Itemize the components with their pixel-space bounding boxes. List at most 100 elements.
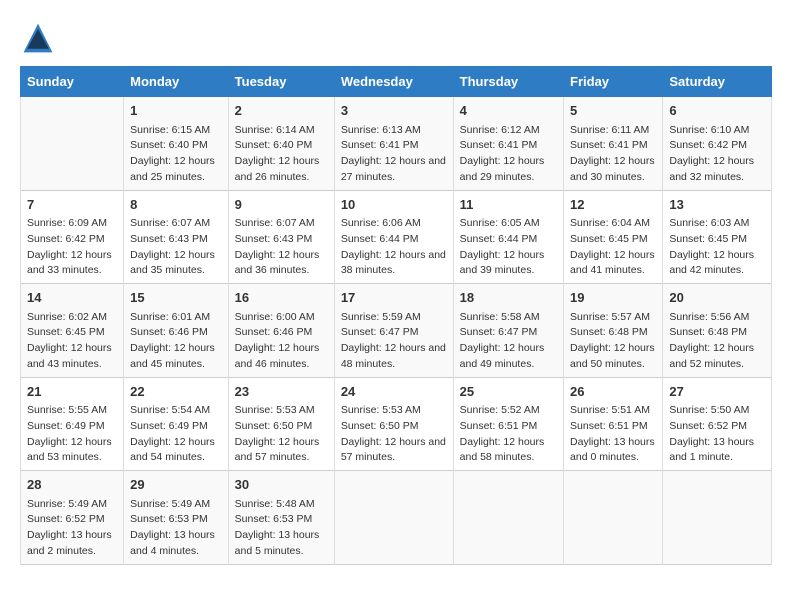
day-number: 26 (570, 382, 656, 402)
cell-week5-day4 (334, 471, 453, 565)
cell-info: Sunrise: 6:07 AM Sunset: 6:43 PM Dayligh… (235, 216, 328, 279)
cell-week2-day6: 12Sunrise: 6:04 AM Sunset: 6:45 PM Dayli… (564, 190, 663, 284)
week-row-5: 28Sunrise: 5:49 AM Sunset: 6:52 PM Dayli… (21, 471, 772, 565)
cell-week3-day3: 16Sunrise: 6:00 AM Sunset: 6:46 PM Dayli… (228, 284, 334, 378)
cell-week1-day7: 6Sunrise: 6:10 AM Sunset: 6:42 PM Daylig… (663, 97, 772, 191)
cell-info: Sunrise: 5:59 AM Sunset: 6:47 PM Dayligh… (341, 310, 447, 373)
cell-info: Sunrise: 6:06 AM Sunset: 6:44 PM Dayligh… (341, 216, 447, 279)
week-row-2: 7Sunrise: 6:09 AM Sunset: 6:42 PM Daylig… (21, 190, 772, 284)
day-number: 11 (460, 195, 557, 215)
cell-info: Sunrise: 5:53 AM Sunset: 6:50 PM Dayligh… (341, 403, 447, 466)
cell-info: Sunrise: 5:58 AM Sunset: 6:47 PM Dayligh… (460, 310, 557, 373)
cell-week2-day2: 8Sunrise: 6:07 AM Sunset: 6:43 PM Daylig… (124, 190, 229, 284)
day-number: 1 (130, 101, 222, 121)
day-number: 22 (130, 382, 222, 402)
cell-week2-day7: 13Sunrise: 6:03 AM Sunset: 6:45 PM Dayli… (663, 190, 772, 284)
cell-info: Sunrise: 6:14 AM Sunset: 6:40 PM Dayligh… (235, 123, 328, 186)
cell-week5-day7 (663, 471, 772, 565)
logo (20, 20, 62, 56)
cell-info: Sunrise: 6:01 AM Sunset: 6:46 PM Dayligh… (130, 310, 222, 373)
cell-week4-day1: 21Sunrise: 5:55 AM Sunset: 6:49 PM Dayli… (21, 377, 124, 471)
cell-week3-day6: 19Sunrise: 5:57 AM Sunset: 6:48 PM Dayli… (564, 284, 663, 378)
day-number: 3 (341, 101, 447, 121)
week-row-3: 14Sunrise: 6:02 AM Sunset: 6:45 PM Dayli… (21, 284, 772, 378)
cell-week1-day4: 3Sunrise: 6:13 AM Sunset: 6:41 PM Daylig… (334, 97, 453, 191)
page-header (20, 20, 772, 56)
cell-info: Sunrise: 5:56 AM Sunset: 6:48 PM Dayligh… (669, 310, 765, 373)
header-friday: Friday (564, 67, 663, 97)
cell-week4-day3: 23Sunrise: 5:53 AM Sunset: 6:50 PM Dayli… (228, 377, 334, 471)
cell-week2-day4: 10Sunrise: 6:06 AM Sunset: 6:44 PM Dayli… (334, 190, 453, 284)
cell-info: Sunrise: 6:03 AM Sunset: 6:45 PM Dayligh… (669, 216, 765, 279)
cell-week5-day5 (453, 471, 563, 565)
header-thursday: Thursday (453, 67, 563, 97)
day-number: 17 (341, 288, 447, 308)
cell-info: Sunrise: 6:11 AM Sunset: 6:41 PM Dayligh… (570, 123, 656, 186)
cell-info: Sunrise: 6:09 AM Sunset: 6:42 PM Dayligh… (27, 216, 117, 279)
day-number: 24 (341, 382, 447, 402)
cell-info: Sunrise: 6:02 AM Sunset: 6:45 PM Dayligh… (27, 310, 117, 373)
cell-week1-day6: 5Sunrise: 6:11 AM Sunset: 6:41 PM Daylig… (564, 97, 663, 191)
cell-info: Sunrise: 5:50 AM Sunset: 6:52 PM Dayligh… (669, 403, 765, 466)
header-saturday: Saturday (663, 67, 772, 97)
day-number: 16 (235, 288, 328, 308)
cell-info: Sunrise: 6:15 AM Sunset: 6:40 PM Dayligh… (130, 123, 222, 186)
day-number: 9 (235, 195, 328, 215)
cell-week3-day4: 17Sunrise: 5:59 AM Sunset: 6:47 PM Dayli… (334, 284, 453, 378)
day-number: 7 (27, 195, 117, 215)
logo-icon (20, 20, 56, 56)
day-number: 5 (570, 101, 656, 121)
day-number: 10 (341, 195, 447, 215)
cell-info: Sunrise: 6:10 AM Sunset: 6:42 PM Dayligh… (669, 123, 765, 186)
cell-week2-day5: 11Sunrise: 6:05 AM Sunset: 6:44 PM Dayli… (453, 190, 563, 284)
cell-week1-day5: 4Sunrise: 6:12 AM Sunset: 6:41 PM Daylig… (453, 97, 563, 191)
cell-info: Sunrise: 5:53 AM Sunset: 6:50 PM Dayligh… (235, 403, 328, 466)
cell-week1-day1 (21, 97, 124, 191)
cell-info: Sunrise: 6:12 AM Sunset: 6:41 PM Dayligh… (460, 123, 557, 186)
day-number: 2 (235, 101, 328, 121)
cell-week3-day1: 14Sunrise: 6:02 AM Sunset: 6:45 PM Dayli… (21, 284, 124, 378)
cell-info: Sunrise: 5:52 AM Sunset: 6:51 PM Dayligh… (460, 403, 557, 466)
cell-info: Sunrise: 6:05 AM Sunset: 6:44 PM Dayligh… (460, 216, 557, 279)
day-number: 29 (130, 475, 222, 495)
day-number: 13 (669, 195, 765, 215)
cell-info: Sunrise: 5:49 AM Sunset: 6:52 PM Dayligh… (27, 497, 117, 560)
day-number: 18 (460, 288, 557, 308)
cell-week5-day3: 30Sunrise: 5:48 AM Sunset: 6:53 PM Dayli… (228, 471, 334, 565)
header-sunday: Sunday (21, 67, 124, 97)
day-number: 6 (669, 101, 765, 121)
cell-week5-day1: 28Sunrise: 5:49 AM Sunset: 6:52 PM Dayli… (21, 471, 124, 565)
cell-week3-day5: 18Sunrise: 5:58 AM Sunset: 6:47 PM Dayli… (453, 284, 563, 378)
day-number: 19 (570, 288, 656, 308)
day-number: 30 (235, 475, 328, 495)
cell-info: Sunrise: 6:04 AM Sunset: 6:45 PM Dayligh… (570, 216, 656, 279)
day-number: 14 (27, 288, 117, 308)
cell-week4-day4: 24Sunrise: 5:53 AM Sunset: 6:50 PM Dayli… (334, 377, 453, 471)
cell-info: Sunrise: 5:54 AM Sunset: 6:49 PM Dayligh… (130, 403, 222, 466)
cell-week2-day1: 7Sunrise: 6:09 AM Sunset: 6:42 PM Daylig… (21, 190, 124, 284)
cell-week4-day6: 26Sunrise: 5:51 AM Sunset: 6:51 PM Dayli… (564, 377, 663, 471)
header-row: SundayMondayTuesdayWednesdayThursdayFrid… (21, 67, 772, 97)
cell-info: Sunrise: 5:49 AM Sunset: 6:53 PM Dayligh… (130, 497, 222, 560)
cell-info: Sunrise: 5:57 AM Sunset: 6:48 PM Dayligh… (570, 310, 656, 373)
cell-info: Sunrise: 6:07 AM Sunset: 6:43 PM Dayligh… (130, 216, 222, 279)
day-number: 21 (27, 382, 117, 402)
day-number: 23 (235, 382, 328, 402)
cell-week3-day2: 15Sunrise: 6:01 AM Sunset: 6:46 PM Dayli… (124, 284, 229, 378)
day-number: 27 (669, 382, 765, 402)
header-wednesday: Wednesday (334, 67, 453, 97)
cell-week4-day7: 27Sunrise: 5:50 AM Sunset: 6:52 PM Dayli… (663, 377, 772, 471)
header-monday: Monday (124, 67, 229, 97)
header-tuesday: Tuesday (228, 67, 334, 97)
day-number: 15 (130, 288, 222, 308)
cell-week4-day5: 25Sunrise: 5:52 AM Sunset: 6:51 PM Dayli… (453, 377, 563, 471)
cell-info: Sunrise: 6:13 AM Sunset: 6:41 PM Dayligh… (341, 123, 447, 186)
day-number: 12 (570, 195, 656, 215)
day-number: 25 (460, 382, 557, 402)
day-number: 20 (669, 288, 765, 308)
cell-info: Sunrise: 6:00 AM Sunset: 6:46 PM Dayligh… (235, 310, 328, 373)
cell-week2-day3: 9Sunrise: 6:07 AM Sunset: 6:43 PM Daylig… (228, 190, 334, 284)
week-row-4: 21Sunrise: 5:55 AM Sunset: 6:49 PM Dayli… (21, 377, 772, 471)
cell-info: Sunrise: 5:55 AM Sunset: 6:49 PM Dayligh… (27, 403, 117, 466)
cell-info: Sunrise: 5:48 AM Sunset: 6:53 PM Dayligh… (235, 497, 328, 560)
